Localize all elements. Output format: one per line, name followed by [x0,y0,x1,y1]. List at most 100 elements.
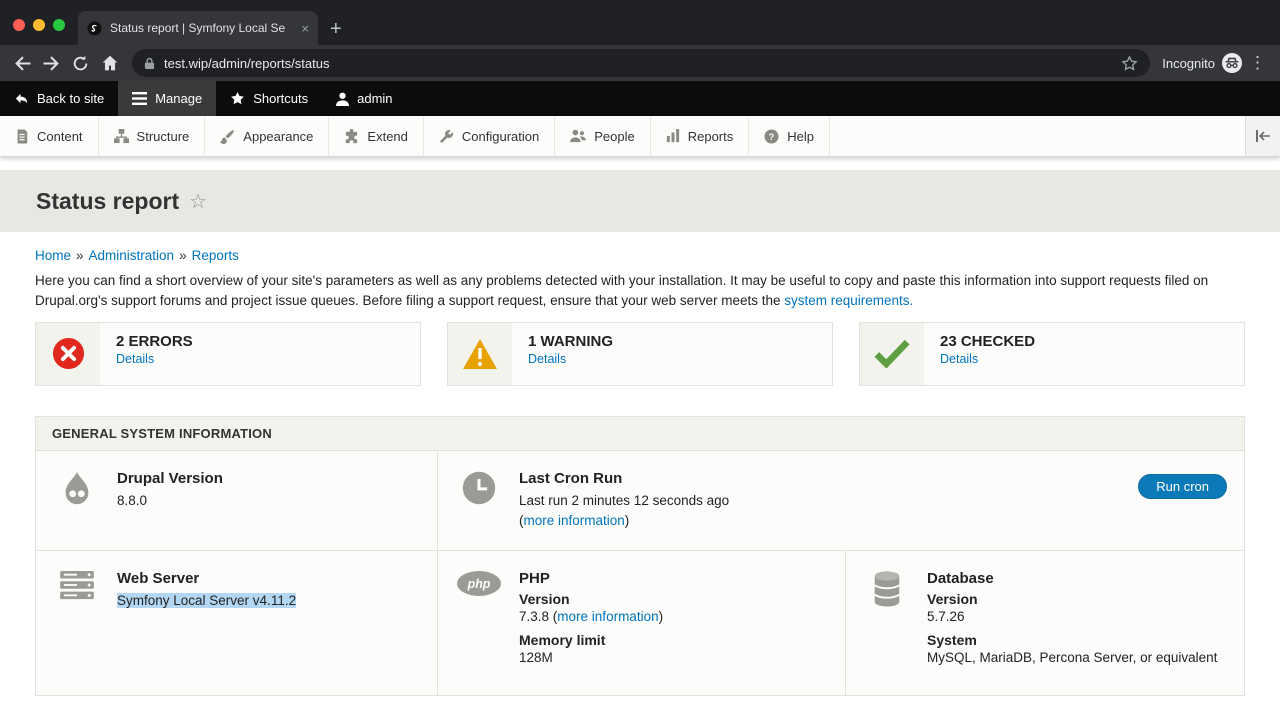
php-logo-icon: php [456,570,502,597]
menu-item-reports[interactable]: Reports [651,116,750,156]
svg-text:php: php [467,577,491,591]
drupal-version-title: Drupal Version [117,470,223,487]
user-tab[interactable]: admin [322,81,406,116]
paren-close: ) [659,609,664,624]
menu-item-extend[interactable]: Extend [329,116,423,156]
menu-item-content[interactable]: Content [0,116,99,156]
back-to-site-label: Back to site [37,91,104,106]
menu-item-label: Help [787,129,814,144]
cron-value: Last run 2 minutes 12 seconds ago [519,491,729,511]
database-version-label: Version [927,591,1217,607]
back-icon[interactable] [8,49,37,78]
menu-item-label: People [594,129,634,144]
browser-menu-icon[interactable]: ⋮ [1249,53,1266,73]
lock-icon [144,57,155,70]
new-tab-button[interactable]: + [330,19,342,39]
menu-item-appearance[interactable]: Appearance [205,116,329,156]
database-icon [864,570,910,608]
content-icon [15,129,29,144]
star-icon [230,91,245,106]
breadcrumb-separator: » [179,248,187,263]
page-header: Status report ☆ [0,170,1280,232]
warnings-count: 1 WARNING [528,333,613,350]
clock-icon [456,470,502,506]
collapse-arrow-icon [1255,130,1271,142]
toolbar-collapse-button[interactable] [1245,116,1280,156]
checked-details-link[interactable]: Details [940,352,978,366]
menu-item-label: Extend [367,129,407,144]
errors-count: 2 ERRORS [116,333,193,350]
people-icon [570,129,586,143]
home-icon[interactable] [95,49,124,78]
address-bar[interactable]: test.wip/admin/reports/status [132,49,1150,77]
run-cron-button[interactable]: Run cron [1138,474,1227,499]
errors-details-link[interactable]: Details [116,352,154,366]
puzzle-icon [344,129,359,144]
drupal-admin-toolbar: Back to site Manage Shortcuts admin [0,81,1280,116]
menu-item-label: Configuration [462,129,539,144]
menu-item-configuration[interactable]: Configuration [424,116,555,156]
database-version-value: 5.7.26 [927,607,1217,627]
menu-item-label: Reports [688,129,734,144]
menu-item-label: Appearance [243,129,313,144]
shortcuts-tab[interactable]: Shortcuts [216,81,322,116]
url-text[interactable]: test.wip/admin/reports/status [164,56,1112,71]
web-server-title: Web Server [117,570,296,587]
errors-card: 2 ERRORS Details [35,322,421,386]
php-memory-limit-label: Memory limit [519,632,663,648]
menu-item-people[interactable]: People [555,116,650,156]
warnings-card: 1 WARNING Details [447,322,833,386]
php-memory-limit-value: 128M [519,648,663,668]
wrench-icon [439,129,454,144]
last-cron-run-cell: Last Cron Run Last run 2 minutes 12 seco… [438,451,1244,552]
intro-text: Here you can find a short overview of yo… [35,273,1208,308]
reload-icon[interactable] [66,49,95,78]
breadcrumb-reports-link[interactable]: Reports [192,248,239,263]
browser-tab-strip: Status report | Symfony Local Se × + [0,0,1280,45]
cron-more-information-link[interactable]: more information [524,513,625,528]
breadcrumb-administration-link[interactable]: Administration [89,248,175,263]
system-requirements-link[interactable]: system requirements. [784,293,913,308]
menu-item-help[interactable]: ? Help [749,116,830,156]
menu-item-label: Structure [137,129,190,144]
zoom-window-button[interactable] [53,19,65,31]
bookmark-star-icon[interactable] [1121,55,1138,72]
server-icon [54,570,100,600]
breadcrumb-home-link[interactable]: Home [35,248,71,263]
php-version-value: 7.3.8 [519,609,549,624]
svg-text:?: ? [769,131,775,141]
status-summary: 2 ERRORS Details 1 WARNING Details 23 CH… [35,322,1245,386]
paintbrush-icon [220,129,235,144]
warnings-details-link[interactable]: Details [528,352,566,366]
shortcuts-label: Shortcuts [253,91,308,106]
drupal-admin-menu: Content Structure Appearance Extend Conf… [0,116,1280,157]
menu-item-structure[interactable]: Structure [99,116,206,156]
browser-tab[interactable]: Status report | Symfony Local Se × [78,11,318,45]
panel-row-1: Drupal Version 8.8.0 Last Cron Run Last … [36,451,1244,552]
breadcrumb-separator: » [76,248,84,263]
tab-title: Status report | Symfony Local Se [110,21,293,35]
web-server-value: Symfony Local Server v4.11.2 [117,593,296,608]
tab-close-icon[interactable]: × [301,21,309,36]
web-server-cell: Web Server Symfony Local Server v4.11.2 [36,551,438,695]
structure-icon [114,129,129,144]
checked-card: 23 CHECKED Details [859,322,1245,386]
database-system-label: System [927,632,1217,648]
user-icon [336,92,349,106]
php-more-information-link[interactable]: more information [557,609,658,624]
close-window-button[interactable] [13,19,25,31]
checkmark-icon [860,323,924,385]
incognito-icon [1221,52,1243,74]
database-title: Database [927,570,1217,587]
page-title: Status report [36,188,179,215]
favorite-star-icon[interactable]: ☆ [189,189,207,214]
minimize-window-button[interactable] [33,19,45,31]
manage-tab[interactable]: Manage [118,81,216,116]
window-controls [13,19,65,31]
drupal-version-value: 8.8.0 [117,491,223,511]
forward-icon[interactable] [37,49,66,78]
drupal-version-cell: Drupal Version 8.8.0 [36,451,438,552]
panel-heading: GENERAL SYSTEM INFORMATION [36,417,1244,451]
php-cell: php PHP Version 7.3.8 (more information)… [438,551,846,695]
back-to-site-button[interactable]: Back to site [0,81,118,116]
